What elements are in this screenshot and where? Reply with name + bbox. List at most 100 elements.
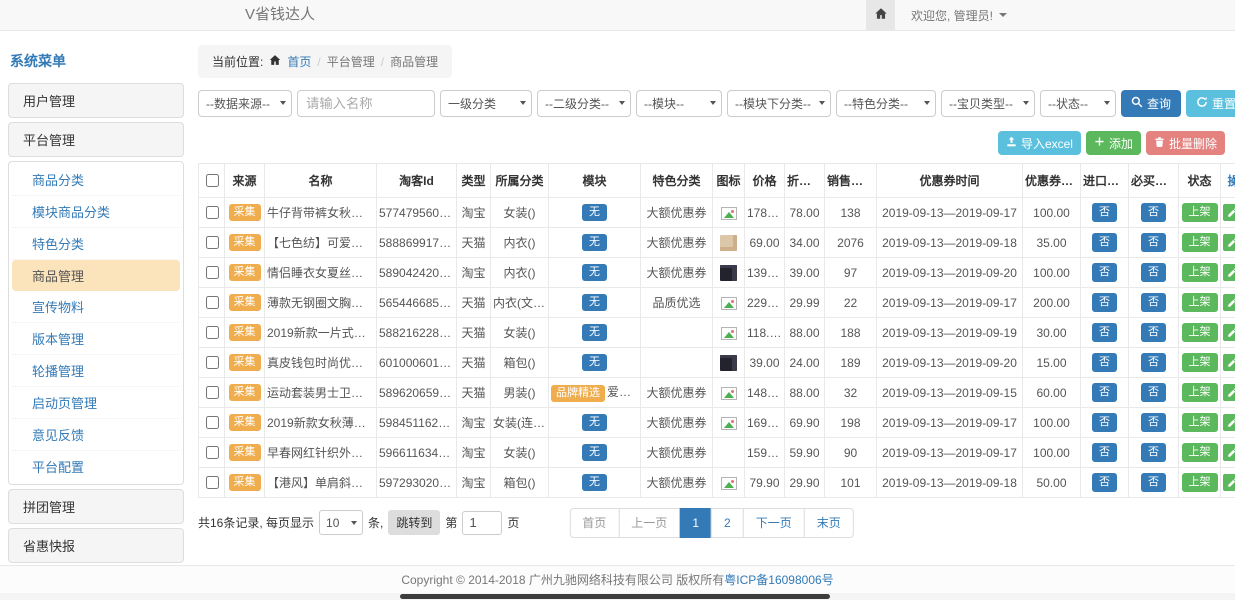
filter-select[interactable]: --宝贝类型-- [941,90,1035,117]
must-buy-button[interactable]: 否 [1141,233,1166,252]
discount-price: 29.99 [785,288,825,318]
edit-button[interactable] [1223,354,1235,371]
status-button[interactable]: 上架 [1182,383,1218,402]
import-optional-button[interactable]: 否 [1092,293,1117,312]
import-optional-button[interactable]: 否 [1092,323,1117,342]
import-optional-button[interactable]: 否 [1092,353,1117,372]
must-buy-button[interactable]: 否 [1141,353,1166,372]
import-optional-button[interactable]: 否 [1092,203,1117,222]
edit-button[interactable] [1223,294,1235,311]
row-checkbox[interactable] [206,236,219,249]
row-checkbox[interactable] [206,326,219,339]
page-button[interactable]: 2 [711,508,744,538]
import-optional-button[interactable]: 否 [1092,473,1117,492]
row-checkbox[interactable] [206,386,219,399]
horizontal-scrollbar[interactable] [0,593,1235,600]
horizontal-scrollbar-thumb[interactable] [400,594,830,599]
breadcrumb-separator: / [381,55,384,69]
filter-select[interactable]: --二级分类-- [537,90,631,117]
edit-button[interactable] [1223,444,1235,461]
page-button[interactable]: 1 [679,508,712,538]
name-search-input[interactable] [297,90,435,117]
filter-select[interactable]: --模块-- [636,90,722,117]
user-menu[interactable]: 欢迎您, 管理员! [911,0,1007,30]
sidebar-sublink[interactable]: 轮播管理 [12,355,180,387]
product-type: 天猫 [457,318,491,348]
must-buy-button[interactable]: 否 [1141,203,1166,222]
sidebar-sublink[interactable]: 模块商品分类 [12,196,180,228]
page-number-input[interactable] [462,511,502,535]
must-buy-button[interactable]: 否 [1141,473,1166,492]
filter-select[interactable]: 一级分类 [440,90,532,117]
sidebar-sublink[interactable]: 意见反馈 [12,419,180,451]
jump-button[interactable]: 跳转到 [388,510,440,535]
row-checkbox[interactable] [206,296,219,309]
row-checkbox[interactable] [206,446,219,459]
import-optional-button[interactable]: 否 [1092,263,1117,282]
batch-delete-button[interactable]: 批量删除 [1146,131,1225,155]
select-all-checkbox[interactable] [206,174,219,187]
must-buy-button[interactable]: 否 [1141,323,1166,342]
page-button[interactable]: 末页 [804,508,854,538]
sales-count: 189 [825,348,877,378]
status-button[interactable]: 上架 [1182,353,1218,372]
search-button[interactable]: 查询 [1121,90,1181,117]
row-checkbox[interactable] [206,206,219,219]
status-button[interactable]: 上架 [1182,203,1218,222]
status-button[interactable]: 上架 [1182,473,1218,492]
column-header: 必买清单 [1129,164,1179,198]
row-checkbox[interactable] [206,266,219,279]
must-buy-button[interactable]: 否 [1141,413,1166,432]
import-optional-button[interactable]: 否 [1092,413,1117,432]
sidebar-sublink[interactable]: 特色分类 [12,228,180,260]
must-buy-button[interactable]: 否 [1141,443,1166,462]
reset-button[interactable]: 重置 [1186,90,1235,117]
must-buy-button[interactable]: 否 [1141,263,1166,282]
sidebar-sublink[interactable]: 商品分类 [12,164,180,196]
edit-button[interactable] [1223,474,1235,491]
filter-select[interactable]: --模块下分类-- [727,90,831,117]
filter-select[interactable]: --数据来源-- [198,90,292,117]
home-button[interactable] [866,0,895,30]
sidebar-sublink[interactable]: 宣传物料 [12,291,180,323]
edit-button[interactable] [1223,324,1235,341]
status-button[interactable]: 上架 [1182,443,1218,462]
row-checkbox[interactable] [206,356,219,369]
sidebar-panel[interactable]: 拼团管理 [8,489,184,524]
module-badge: 无 [582,294,607,311]
edit-button[interactable] [1223,384,1235,401]
must-buy-button[interactable]: 否 [1141,383,1166,402]
edit-button[interactable] [1223,264,1235,281]
status-button[interactable]: 上架 [1182,233,1218,252]
sidebar-sublink[interactable]: 平台配置 [12,451,180,482]
edit-button[interactable] [1223,234,1235,251]
edit-button[interactable] [1223,204,1235,221]
import-optional-button[interactable]: 否 [1092,443,1117,462]
import-optional-button[interactable]: 否 [1092,383,1117,402]
filter-select[interactable]: --状态-- [1040,90,1116,117]
sidebar-panel[interactable]: 用户管理 [8,83,184,118]
add-button[interactable]: 添加 [1086,131,1141,155]
status-button[interactable]: 上架 [1182,293,1218,312]
sidebar-panel[interactable]: 省惠快报 [8,528,184,563]
sidebar-panel[interactable]: 平台管理 [8,122,184,157]
status-button[interactable]: 上架 [1182,263,1218,282]
icp-link[interactable]: 粤ICP备16098006号 [724,571,833,588]
breadcrumb-home-link[interactable]: 首页 [287,53,311,70]
per-page-select[interactable]: 10 [319,510,363,535]
sidebar-sublink[interactable]: 启动页管理 [12,387,180,419]
page-button[interactable]: 上一页 [618,508,680,538]
sidebar-sublink[interactable]: 版本管理 [12,323,180,355]
status-button[interactable]: 上架 [1182,323,1218,342]
edit-button[interactable] [1223,414,1235,431]
filter-select[interactable]: --特色分类-- [836,90,936,117]
row-checkbox[interactable] [206,476,219,489]
must-buy-button[interactable]: 否 [1141,293,1166,312]
import-optional-button[interactable]: 否 [1092,233,1117,252]
page-button[interactable]: 首页 [569,508,619,538]
row-checkbox[interactable] [206,416,219,429]
sidebar-sublink[interactable]: 商品管理 [12,260,180,291]
status-button[interactable]: 上架 [1182,413,1218,432]
page-button[interactable]: 下一页 [743,508,805,538]
import-excel-button[interactable]: 导入excel [998,131,1081,155]
